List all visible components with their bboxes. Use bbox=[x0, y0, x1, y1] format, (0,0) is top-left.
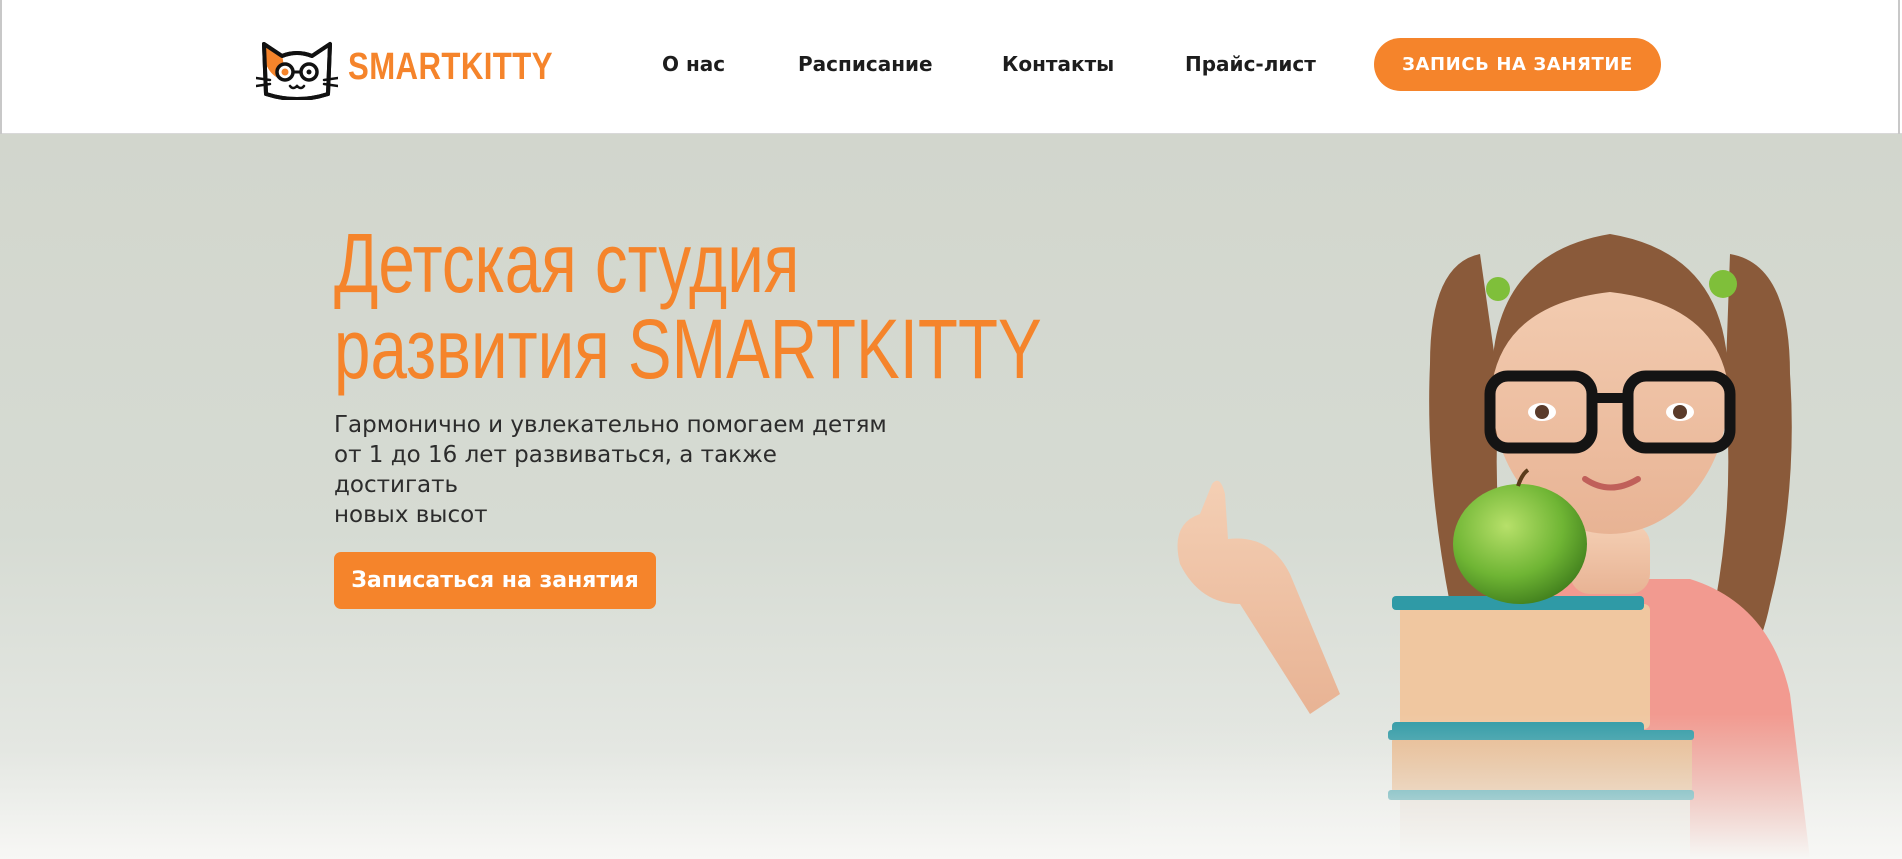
hero-subtitle-line-2: от 1 до 16 лет развиваться, а также дост… bbox=[334, 442, 777, 498]
hero-subtitle-line-3: новых высот bbox=[334, 502, 488, 528]
hero-subtitle: Гармонично и увлекательно помогаем детям… bbox=[334, 410, 894, 530]
signup-button-hero[interactable]: Записаться на занятия bbox=[334, 552, 656, 609]
hero-photo-girl-with-books bbox=[1130, 134, 1902, 859]
hero-title-line-1: Детская студия bbox=[334, 216, 800, 310]
nav-link-price-list[interactable]: Прайс-лист bbox=[1185, 52, 1316, 76]
hero-title-line-2: развития SMARTKITTY bbox=[334, 302, 1042, 396]
nav-link-contacts[interactable]: Контакты bbox=[1002, 52, 1114, 76]
hero-section: Детская студия развития SMARTKITTY Гармо… bbox=[0, 134, 1902, 859]
nav-link-about[interactable]: О нас bbox=[662, 52, 725, 76]
nav-link-schedule[interactable]: Расписание bbox=[798, 52, 933, 76]
site-header: SMARTKITTY О нас Расписание Контакты Пра… bbox=[0, 0, 1902, 134]
hero-title: Детская студия развития SMARTKITTY bbox=[334, 216, 1042, 396]
logo-text: SMARTKITTY bbox=[348, 45, 553, 88]
logo[interactable]: SMARTKITTY bbox=[256, 34, 598, 100]
signup-button-header[interactable]: ЗАПИСЬ НА ЗАНЯТИЕ bbox=[1374, 38, 1661, 91]
cat-with-glasses-icon bbox=[256, 42, 338, 100]
hero-subtitle-line-1: Гармонично и увлекательно помогаем детям bbox=[334, 412, 887, 438]
